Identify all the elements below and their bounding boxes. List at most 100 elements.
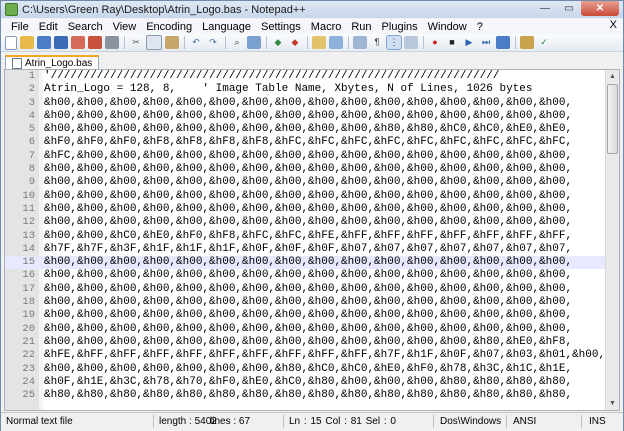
status-file-type: Normal text file — [6, 416, 73, 427]
code-line[interactable]: 6 &hF0,&hF0,&hF0,&hF8,&hF8,&hF8,&hF8,&hFC… — [5, 136, 605, 149]
code-line[interactable]: 24 &h0F,&h1E,&h3C,&h78,&h70,&hF0,&hE0,&hC… — [5, 376, 605, 389]
menu-window[interactable]: Window — [423, 21, 472, 33]
code-line[interactable]: 15 &h00,&h00,&h00,&h00,&h00,&h00,&h00,&h0… — [5, 256, 605, 270]
code-line[interactable]: 2 Atrin_Logo = 128, 8, ' Image Table Name… — [5, 83, 605, 96]
open-file-icon[interactable] — [20, 36, 34, 49]
vertical-scrollbar[interactable]: ▲ ▼ — [605, 70, 619, 410]
record-macro-icon[interactable]: ● — [428, 36, 442, 49]
line-text: &h00,&h00,&h00,&h00,&h00,&h00,&h00,&h00,… — [44, 123, 573, 136]
line-number: 17 — [22, 282, 35, 295]
menu-plugins[interactable]: Plugins — [377, 21, 423, 33]
show-all-chars-icon[interactable]: ¶ — [370, 36, 384, 49]
code-line[interactable]: 1 '//////////////////////////////////////… — [5, 70, 605, 83]
maximize-button[interactable]: ▭ — [557, 1, 581, 16]
sync-vertical-icon[interactable] — [312, 36, 326, 49]
save-icon[interactable] — [37, 36, 51, 49]
sync-horizontal-icon[interactable] — [329, 36, 343, 49]
code-line[interactable]: 20 &h00,&h00,&h00,&h00,&h00,&h00,&h00,&h0… — [5, 323, 605, 336]
code-line[interactable]: 19 &h00,&h00,&h00,&h00,&h00,&h00,&h00,&h0… — [5, 309, 605, 322]
menu-encoding[interactable]: Encoding — [141, 21, 197, 33]
line-text: &h00,&h00,&h00,&h00,&h00,&h00,&h00,&h80,… — [44, 362, 573, 375]
redo-icon[interactable]: ↷ — [206, 36, 220, 49]
code-line[interactable]: 10 &h00,&h00,&h00,&h00,&h00,&h00,&h00,&h0… — [5, 190, 605, 203]
code-line[interactable]: 25 &h80,&h80,&h80,&h80,&h80,&h80,&h80,&h8… — [5, 389, 605, 402]
line-number: 22 — [22, 349, 35, 362]
code-line[interactable]: 21 &h00,&h00,&h00,&h00,&h00,&h00,&h00,&h0… — [5, 336, 605, 349]
code-line[interactable]: 22 &hFE,&hFF,&hFF,&hFF,&hFF,&hFF,&hFF,&hF… — [5, 349, 605, 362]
copy-icon[interactable] — [146, 35, 162, 50]
line-text: &h80,&h80,&h80,&h80,&h80,&h80,&h80,&h80,… — [44, 389, 573, 402]
replace-icon[interactable] — [247, 36, 261, 49]
code-line[interactable]: 4 &h00,&h00,&h00,&h00,&h00,&h00,&h00,&h00… — [5, 110, 605, 123]
code-line[interactable]: 9 &h00,&h00,&h00,&h00,&h00,&h00,&h00,&h00… — [5, 176, 605, 189]
stop-record-icon[interactable]: ■ — [445, 36, 459, 49]
play-macro-icon[interactable]: ▶ — [462, 36, 476, 49]
menu-settings[interactable]: Settings — [256, 21, 306, 33]
zoom-in-icon[interactable]: ◆ — [271, 36, 285, 49]
user-language-icon[interactable] — [404, 36, 418, 49]
scrollbar-thumb[interactable] — [607, 84, 618, 154]
line-number: 13 — [22, 229, 35, 242]
line-text: &h0F,&h1E,&h3C,&h78,&h70,&hF0,&hE0,&hC0,… — [44, 375, 573, 388]
line-number: 11 — [22, 202, 35, 215]
zoom-out-icon[interactable]: ◆ — [288, 36, 302, 49]
menu-edit[interactable]: Edit — [34, 21, 63, 33]
close-document-button[interactable]: X — [610, 19, 617, 31]
close-window-button[interactable]: ✕ — [581, 1, 619, 16]
code-line[interactable]: 16 &h00,&h00,&h00,&h00,&h00,&h00,&h00,&h0… — [5, 269, 605, 282]
indent-guide-icon[interactable]: ⋮ — [386, 35, 402, 50]
code-line[interactable]: 11 &h00,&h00,&h00,&h00,&h00,&h00,&h00,&h0… — [5, 203, 605, 216]
word-wrap-icon[interactable] — [353, 36, 367, 49]
code-line[interactable]: 8 &h00,&h00,&h00,&h00,&h00,&h00,&h00,&h00… — [5, 163, 605, 176]
paste-icon[interactable] — [165, 36, 179, 49]
print-icon[interactable] — [105, 36, 119, 49]
play-multiple-icon[interactable]: ⏭ — [479, 36, 493, 49]
minimize-button[interactable]: — — [533, 1, 557, 16]
close-icon[interactable] — [71, 36, 85, 49]
undo-icon[interactable]: ↶ — [189, 36, 203, 49]
tab-label: Atrin_Logo.bas — [25, 57, 93, 69]
scroll-up-icon[interactable]: ▲ — [606, 70, 619, 83]
line-number: 10 — [22, 189, 35, 202]
line-text: &hFE,&hFF,&hFF,&hFF,&hFF,&hFF,&hFF,&hFF,… — [44, 349, 606, 362]
code-line[interactable]: 14 &h7F,&h7F,&h3F,&h1F,&h1F,&h1F,&h0F,&h0… — [5, 243, 605, 256]
save-macro-icon[interactable] — [496, 36, 510, 49]
line-text: &h00,&h00,&h00,&h00,&h00,&h00,&h00,&h00,… — [44, 163, 573, 176]
title-bar[interactable]: C:\Users\Green Ray\Desktop\Atrin_Logo.ba… — [1, 1, 623, 18]
menu-search[interactable]: Search — [63, 21, 108, 33]
status-separator — [433, 415, 434, 428]
menu-help[interactable]: ? — [472, 21, 488, 33]
line-number: 18 — [22, 296, 35, 309]
menu-macro[interactable]: Macro — [306, 21, 347, 33]
code-line[interactable]: 12 &h00,&h00,&h00,&h00,&h00,&h00,&h00,&h0… — [5, 216, 605, 229]
line-text: &hFC,&h00,&h00,&h00,&h00,&h00,&h00,&h00,… — [44, 149, 573, 162]
code-line[interactable]: 13 &h00,&h00,&hC0,&hE0,&hF0,&hF8,&hFC,&hF… — [5, 230, 605, 243]
tab-atrin-logo[interactable]: Atrin_Logo.bas — [5, 55, 100, 69]
code-line[interactable]: 17 &h00,&h00,&h00,&h00,&h00,&h00,&h00,&h0… — [5, 283, 605, 296]
toolbar-separator — [515, 36, 516, 49]
code-line[interactable]: 18 &h00,&h00,&h00,&h00,&h00,&h00,&h00,&h0… — [5, 296, 605, 309]
close-all-icon[interactable] — [88, 36, 102, 49]
cut-icon[interactable]: ✂ — [129, 36, 143, 49]
code-line[interactable]: 5 &h00,&h00,&h00,&h00,&h00,&h00,&h00,&h00… — [5, 123, 605, 136]
menu-run[interactable]: Run — [346, 21, 376, 33]
new-file-icon[interactable] — [5, 35, 17, 50]
save-all-icon[interactable] — [54, 36, 68, 49]
code-line[interactable]: 3 &h00,&h00,&h00,&h00,&h00,&h00,&h00,&h00… — [5, 97, 605, 110]
line-text: &h00,&h00,&h00,&h00,&h00,&h00,&h00,&h00,… — [44, 216, 573, 229]
toolbar-separator — [124, 36, 125, 49]
editor-area[interactable]: 1 '//////////////////////////////////////… — [4, 69, 620, 411]
spell-check-icon[interactable]: ✓ — [537, 36, 551, 49]
code-line[interactable]: 7 &hFC,&h00,&h00,&h00,&h00,&h00,&h00,&h00… — [5, 150, 605, 163]
find-icon[interactable]: ⌕ — [230, 36, 244, 49]
document-tab-bar: Atrin_Logo.bas — [1, 53, 623, 69]
run-icon[interactable] — [520, 36, 534, 49]
status-length: length : 5402 — [159, 416, 217, 427]
window-controls: — ▭ ✕ — [533, 1, 619, 16]
menu-file[interactable]: File — [1, 21, 34, 33]
line-number: 3 — [28, 96, 35, 109]
menu-view[interactable]: View — [108, 21, 142, 33]
code-line[interactable]: 23 &h00,&h00,&h00,&h00,&h00,&h00,&h00,&h8… — [5, 363, 605, 376]
menu-language[interactable]: Language — [197, 21, 256, 33]
scroll-down-icon[interactable]: ▼ — [606, 397, 619, 410]
